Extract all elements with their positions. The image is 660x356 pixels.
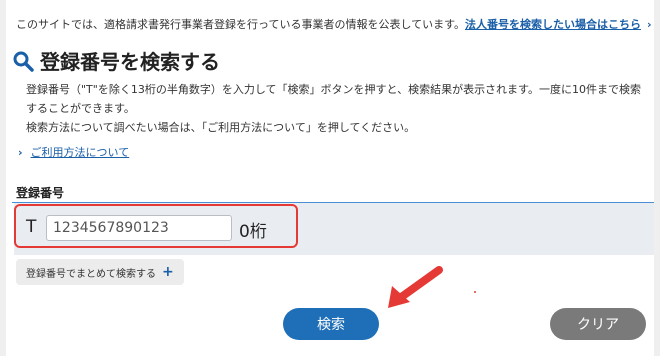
digit-count: 0桁 [239, 222, 267, 242]
description: 登録番号（"T"を除く13桁の半角数字）を入力して「検索」ボタンを押すと、検索結… [26, 80, 646, 137]
usage-guide-link-label: ご利用方法について [30, 146, 130, 159]
registration-prefix: T [26, 217, 37, 237]
description-line-2: 検索方法について調べたい場合は、「ご利用方法について」を押してください。 [26, 121, 416, 134]
corporate-number-link-label: 法人番号を検索したい場合はこちら [465, 18, 641, 31]
clear-button[interactable]: クリア [550, 308, 646, 340]
arrow-annotation-icon [388, 266, 443, 308]
red-dot [474, 291, 476, 293]
registration-number-input[interactable] [46, 215, 232, 241]
description-line-1: 登録番号（"T"を除く13桁の半角数字）を入力して「検索」ボタンを押すと、検索結… [26, 83, 641, 115]
intro-text: このサイトでは、適格請求書発行事業者登録を行っている事業者の情報を公表しています… [16, 18, 466, 31]
plus-icon: + [162, 264, 174, 280]
usage-guide-link[interactable]: › ご利用方法について [18, 144, 129, 160]
chevron-right-icon: › [647, 18, 652, 31]
bulk-search-button[interactable]: 登録番号でまとめて検索する + [16, 259, 184, 285]
page-title: 登録番号を検索する [40, 50, 220, 74]
corporate-number-search-link[interactable]: 法人番号を検索したい場合はこちら › [465, 16, 652, 32]
bulk-search-label: 登録番号でまとめて検索する [26, 268, 156, 280]
page: このサイトでは、適格請求書発行事業者登録を行っている事業者の情報を公表しています… [6, 0, 654, 356]
search-button[interactable]: 検索 [283, 308, 379, 340]
magnifier-icon [13, 51, 34, 72]
chevron-right-icon: › [18, 146, 23, 159]
registration-number-label: 登録番号 [16, 186, 65, 200]
page-title-row: 登録番号を検索する [12, 46, 220, 75]
